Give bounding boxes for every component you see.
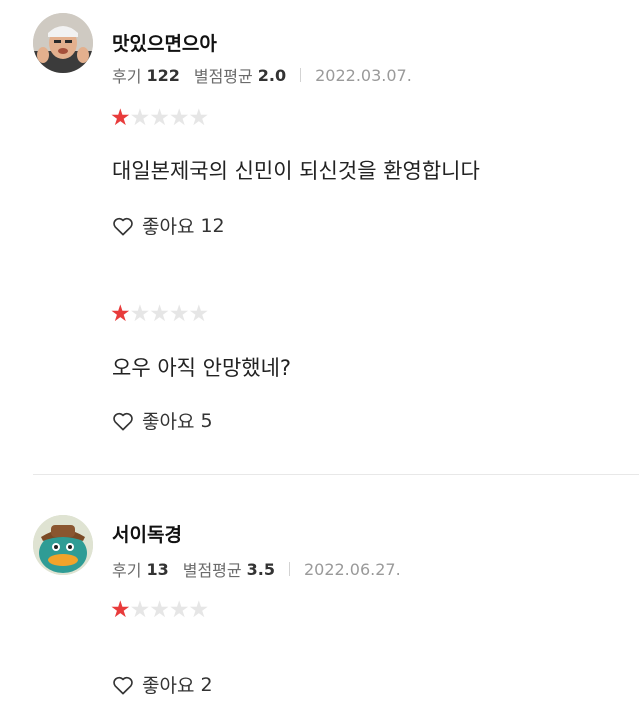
user-avatar[interactable] [33,515,93,575]
star-icon: ★ [188,301,210,327]
review-count-label: 후기 [112,67,142,86]
like-count: 5 [200,409,213,432]
user-meta: 후기 13 별점평균 3.5 2022.06.27. [112,557,401,581]
star-icon: ★ [110,105,131,131]
star-icon: ★ [149,105,170,131]
avatar-photo-icon [33,13,93,73]
like-label: 좋아요 [142,411,195,433]
star-icon: ★ [168,597,190,623]
meta-separator [300,68,302,82]
star-icon: ★ [188,105,210,131]
platypus-avatar-icon [33,515,93,575]
star-icon: ★ [129,597,151,623]
like-button[interactable]: 좋아요 12 [112,212,225,239]
star-icon: ★ [149,597,170,623]
user-nickname[interactable]: 서이독경 [112,520,182,547]
star-icon: ★ [110,301,131,327]
user-meta: 후기 122 별점평균 2.0 2022.03.07. [112,63,412,87]
review-text: 대일본제국의 신민이 되신것을 환영합니다 [112,159,480,183]
star-icon: ★ [110,597,131,623]
star-rating: ★★★★★ [110,105,210,131]
like-button[interactable]: 좋아요 5 [112,407,213,434]
review-date: 2022.03.07. [315,65,412,85]
star-rating: ★★★★★ [110,301,210,327]
review-count-label: 후기 [112,561,142,580]
star-icon: ★ [129,301,151,327]
review-text: 오우 아직 안망했네? [112,356,292,380]
review-date: 2022.06.27. [303,559,401,579]
like-label: 좋아요 [142,216,195,238]
meta-separator [288,562,290,576]
review-count: 13 [146,559,169,579]
like-button[interactable]: 좋아요 2 [112,671,213,698]
star-icon: ★ [168,301,190,327]
avg-rating-label: 별점평균 [182,561,242,580]
like-count: 2 [200,673,213,696]
star-icon: ★ [129,105,151,131]
review-divider [33,474,639,475]
avg-rating: 2.0 [257,65,287,85]
heart-outline-icon [113,412,133,430]
avg-rating-label: 별점평균 [193,67,253,86]
star-icon: ★ [168,105,190,131]
heart-outline-icon [113,676,133,694]
star-icon: ★ [188,597,210,623]
heart-outline-icon [113,217,133,235]
like-label: 좋아요 [142,675,195,697]
user-avatar[interactable] [33,13,93,73]
user-nickname[interactable]: 맛있으면으아 [112,29,217,56]
star-icon: ★ [149,301,170,327]
like-count: 12 [200,214,225,237]
review-count: 122 [146,65,180,85]
avg-rating: 3.5 [246,559,275,579]
star-rating: ★★★★★ [110,597,210,623]
